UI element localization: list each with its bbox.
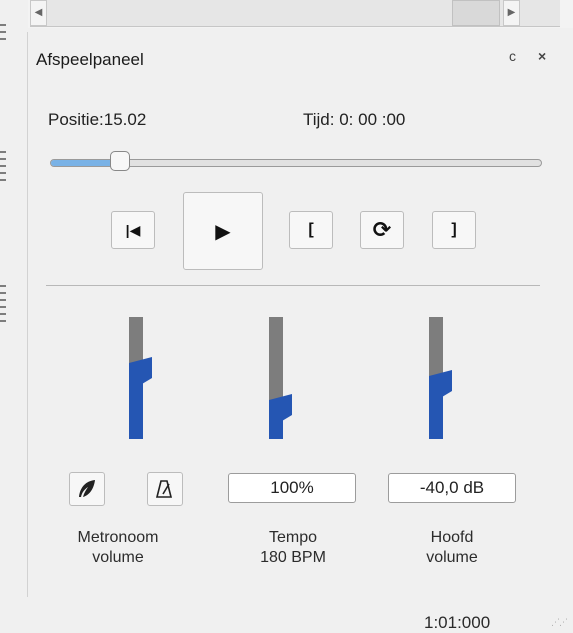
tempo-label-line1: Tempo xyxy=(268,529,318,546)
master-fader-track xyxy=(429,317,443,376)
metronome-feather-icon xyxy=(79,480,95,497)
metronome-volume-fader[interactable] xyxy=(129,317,152,439)
master-label-line2: volume xyxy=(426,549,478,566)
master-fader-handle[interactable] xyxy=(429,370,459,400)
master-label-line1: Hoofd xyxy=(430,529,474,546)
close-panel-icon[interactable]: × xyxy=(538,48,546,64)
tempo-fader-handle[interactable] xyxy=(269,394,299,424)
rewind-button[interactable]: |◀ xyxy=(111,211,155,249)
scrollbar-thumb[interactable] xyxy=(452,0,500,26)
loop-icon[interactable]: ⟳ xyxy=(360,211,404,249)
play-button[interactable]: ▶ xyxy=(183,192,263,270)
tempo-value-field[interactable]: 100% xyxy=(228,473,356,503)
tempo-fader[interactable] xyxy=(269,317,292,439)
scroll-right-icon[interactable]: ▶ xyxy=(503,0,520,26)
metronome-volume-label: Metronoom volume xyxy=(58,528,178,568)
loop-start-button[interactable]: [ xyxy=(289,211,333,249)
metronome-label-line1: Metronoom xyxy=(77,529,159,546)
master-volume-value-field[interactable]: -40,0 dB xyxy=(388,473,516,503)
seek-slider[interactable] xyxy=(50,151,542,171)
loop-end-button[interactable]: ] xyxy=(432,211,476,249)
panel-title: Afspeelpaneel xyxy=(36,50,144,69)
left-grip-top[interactable] xyxy=(0,24,6,45)
metronome-toggle-button[interactable] xyxy=(69,472,105,506)
time-readout: Tijd: 0: 00 :00 xyxy=(303,110,406,129)
divider xyxy=(46,285,540,286)
float-panel-icon[interactable]: ᴄ xyxy=(509,48,516,64)
tempo-label-line2: 180 BPM xyxy=(260,549,326,566)
metronome-fader-handle[interactable] xyxy=(129,357,159,387)
tempo-fader-track xyxy=(269,317,283,400)
position-readout: Positie:15.02 xyxy=(48,110,147,129)
left-grip-mid[interactable] xyxy=(0,151,6,186)
metronome-settings-button[interactable] xyxy=(147,472,183,506)
resize-grip-icon[interactable]: ⋰⋰ xyxy=(551,617,568,628)
top-scroll-area: ◀ ▶ xyxy=(28,0,573,28)
metronome-label-line2: volume xyxy=(92,549,144,566)
metronome-icon xyxy=(155,480,173,498)
tempo-label: Tempo 180 BPM xyxy=(233,528,353,568)
playback-panel: Afspeelpaneel ᴄ × Positie:15.02 Tijd: 0:… xyxy=(27,32,558,597)
seek-slider-handle[interactable] xyxy=(109,151,130,171)
scroll-left-icon[interactable]: ◀ xyxy=(30,0,47,26)
master-volume-fader[interactable] xyxy=(429,317,452,439)
horizontal-scrollbar[interactable]: ◀ ▶ xyxy=(30,0,560,27)
left-grip-bottom[interactable] xyxy=(0,285,6,327)
master-volume-label: Hoofd volume xyxy=(392,528,512,568)
status-time: 1:01:000 xyxy=(424,613,491,632)
